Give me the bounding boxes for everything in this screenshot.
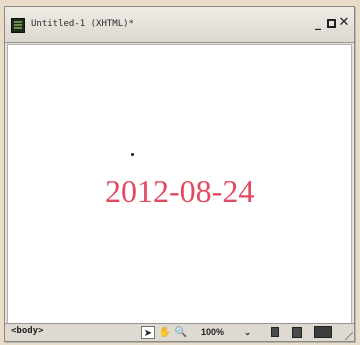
resize-grip[interactable] (345, 332, 353, 340)
chevron-down-icon: ⌄ (244, 328, 251, 337)
hand-tool-icon[interactable]: ✋ (158, 326, 172, 339)
close-button[interactable]: ✕ (338, 16, 350, 30)
maximize-button[interactable] (327, 19, 336, 28)
zoom-level-select[interactable]: 100% ⌄ (201, 326, 253, 339)
medium-view-icon[interactable] (292, 327, 302, 338)
cursor-dot (131, 153, 134, 156)
document-date-text[interactable]: 2012-08-24 (105, 173, 254, 210)
zoom-tool-icon[interactable]: 🔍 (174, 326, 188, 339)
pointer-tool-icon[interactable]: ➤ (141, 326, 155, 339)
small-view-icon[interactable] (271, 327, 279, 337)
zoom-level-value: 100% (201, 327, 225, 337)
document-window: Untitled-1 (XHTML)* _ ✕ 2012-08-24 <body… (4, 6, 355, 342)
large-view-icon[interactable] (314, 326, 332, 338)
window-title: Untitled-1 (XHTML)* (31, 19, 134, 29)
status-bar: <body> ➤ ✋ 🔍 100% ⌄ (5, 323, 354, 341)
minimize-button[interactable]: _ (312, 16, 324, 30)
document-icon (11, 18, 25, 33)
title-bar[interactable]: Untitled-1 (XHTML)* _ ✕ (5, 7, 354, 43)
tag-selector[interactable]: <body> (11, 326, 44, 336)
design-canvas[interactable]: 2012-08-24 (7, 44, 352, 325)
